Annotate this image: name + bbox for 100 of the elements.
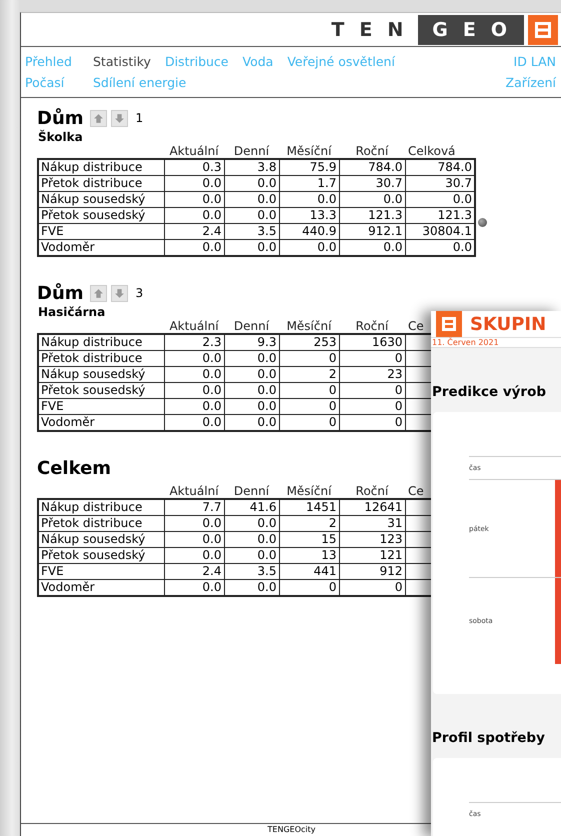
table-cell: 3.5 bbox=[224, 564, 279, 580]
table-cell: 7.7 bbox=[164, 499, 224, 516]
table-cell: 0.3 bbox=[164, 159, 224, 176]
row-label: Vodoměr bbox=[38, 240, 164, 256]
table-cell: 0.0 bbox=[164, 548, 224, 564]
table-cell: 23 bbox=[339, 366, 405, 382]
column-header: Roční bbox=[356, 319, 388, 333]
column-header: Měsíční bbox=[286, 319, 332, 333]
row-label: Nákup sousedský bbox=[38, 366, 164, 382]
section-title: Dům bbox=[37, 108, 84, 128]
footer-text: TENGEOcity bbox=[268, 824, 316, 836]
table-cell: 0.0 bbox=[224, 398, 279, 414]
table-cell: 2 bbox=[279, 366, 339, 382]
table-cell: 2 bbox=[279, 516, 339, 532]
column-header: Měsíční bbox=[286, 484, 332, 498]
column-header: Roční bbox=[356, 484, 388, 498]
table-cell: 0.0 bbox=[224, 176, 279, 192]
logo-text: GEO bbox=[418, 14, 524, 44]
row-label: Nákup distribuce bbox=[38, 159, 164, 176]
table-cell: 0.0 bbox=[164, 366, 224, 382]
table-cell: 0.0 bbox=[164, 398, 224, 414]
nav-link[interactable]: Sdílení energie bbox=[93, 72, 186, 93]
table-cell: 75.9 bbox=[279, 159, 339, 176]
table-cell: 121 bbox=[339, 548, 405, 564]
down-arrow-icon bbox=[114, 288, 125, 298]
column-header: Ce bbox=[408, 319, 424, 333]
row-label: FVE bbox=[38, 224, 164, 240]
nav-link[interactable]: Přehled bbox=[25, 51, 79, 72]
table-cell: 253 bbox=[279, 334, 339, 350]
table-cell: 12641 bbox=[339, 499, 405, 516]
column-header: Aktuální bbox=[169, 144, 219, 158]
table-cell: 0.0 bbox=[164, 516, 224, 532]
table-cell: 0.0 bbox=[224, 208, 279, 224]
row-label: Nákup sousedský bbox=[38, 532, 164, 548]
nav-link[interactable]: ID LAN bbox=[506, 51, 556, 72]
table-cell: 0.0 bbox=[164, 350, 224, 366]
table-cell: 0.0 bbox=[224, 192, 279, 208]
nav-link[interactable]: Zařízení bbox=[506, 72, 556, 93]
nav-link[interactable]: Veřejné osvětlení bbox=[287, 51, 395, 72]
move-down-button[interactable] bbox=[110, 284, 128, 302]
up-arrow-icon bbox=[92, 288, 104, 298]
house-name: Školka bbox=[38, 130, 83, 144]
column-header: Aktuální bbox=[169, 319, 219, 333]
brand-name: SKUPIN bbox=[470, 314, 546, 334]
table-cell: 31 bbox=[339, 516, 405, 532]
table-cell: 912 bbox=[339, 564, 405, 580]
table-cell: 0.0 bbox=[164, 208, 224, 224]
table-cell: 0 bbox=[339, 350, 405, 366]
row-label: FVE bbox=[38, 564, 164, 580]
table-cell: 0.0 bbox=[279, 192, 339, 208]
table-cell: 0.0 bbox=[405, 192, 475, 208]
table-cell: 0 bbox=[279, 350, 339, 366]
panel-title: Predikce výrob bbox=[432, 384, 546, 400]
table-cell: 784.0 bbox=[405, 159, 475, 176]
row-label: Přetok sousedský bbox=[38, 208, 164, 224]
table-cell: 0.0 bbox=[224, 366, 279, 382]
column-header: Měsíční bbox=[286, 144, 332, 158]
row-label: Nákup distribuce bbox=[38, 499, 164, 516]
table-cell: 784.0 bbox=[339, 159, 405, 176]
table-cell: 0 bbox=[339, 398, 405, 414]
table-cell: 13 bbox=[279, 548, 339, 564]
row-label: Přetok distribuce bbox=[38, 176, 164, 192]
table-cell: 0 bbox=[279, 398, 339, 414]
logo-icon bbox=[528, 14, 558, 44]
column-header: Roční bbox=[356, 144, 388, 158]
panel-title: Profil spotřeby bbox=[432, 730, 545, 746]
table-cell: 30.7 bbox=[339, 176, 405, 192]
row-label: FVE bbox=[38, 398, 164, 414]
table-cell: 2.4 bbox=[164, 224, 224, 240]
table-cell: 0.0 bbox=[164, 192, 224, 208]
nav-link[interactable]: Voda bbox=[242, 51, 274, 72]
section-title: Celkem bbox=[37, 458, 112, 478]
table-cell: 1451 bbox=[279, 499, 339, 516]
table-cell: 121.3 bbox=[339, 208, 405, 224]
table-cell: 30.7 bbox=[405, 176, 475, 192]
table-cell: 30804.1 bbox=[405, 224, 475, 240]
table-cell: 0.0 bbox=[224, 532, 279, 548]
table-cell: 13.3 bbox=[279, 208, 339, 224]
nav-link[interactable]: Počasí bbox=[25, 72, 79, 93]
row-label: Vodoměr bbox=[38, 414, 164, 431]
move-down-button[interactable] bbox=[110, 110, 128, 126]
column-header: Celková bbox=[408, 144, 456, 158]
column-header: Denní bbox=[234, 484, 270, 498]
table-cell: 0.0 bbox=[164, 176, 224, 192]
down-arrow-icon bbox=[114, 112, 125, 124]
table-cell: 0.0 bbox=[224, 382, 279, 398]
move-up-button[interactable] bbox=[90, 110, 107, 126]
table-cell: 2.4 bbox=[164, 564, 224, 580]
row-label: Nákup sousedský bbox=[38, 192, 164, 208]
table-cell: 0.0 bbox=[224, 516, 279, 532]
table-cell: 121.3 bbox=[405, 208, 475, 224]
table-cell: 3.5 bbox=[224, 224, 279, 240]
column-header: Denní bbox=[234, 319, 270, 333]
move-up-button[interactable] bbox=[90, 284, 107, 302]
table-cell: 1.7 bbox=[279, 176, 339, 192]
nav-link[interactable]: Statistiky bbox=[93, 51, 151, 72]
nav-link[interactable]: Distribuce bbox=[164, 51, 228, 72]
table-cell: 1630 bbox=[339, 334, 405, 350]
table-cell: 912.1 bbox=[339, 224, 405, 240]
house-name: Hasičárna bbox=[38, 305, 106, 319]
